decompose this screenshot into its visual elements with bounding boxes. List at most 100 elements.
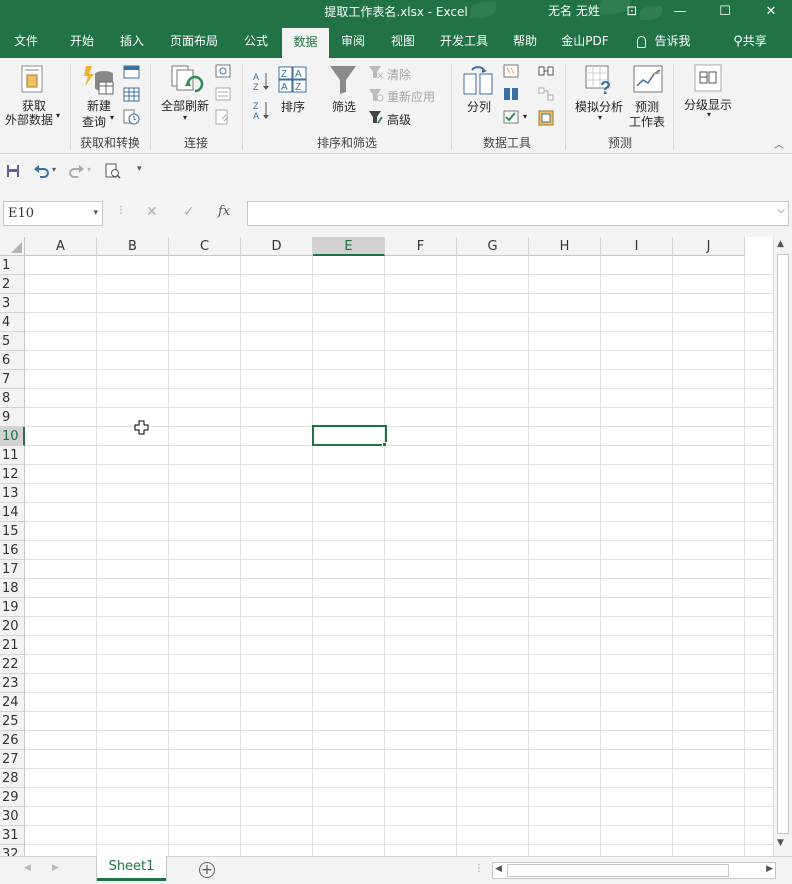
undo-icon[interactable]: [33, 163, 51, 179]
name-box[interactable]: E10 ▾: [3, 201, 103, 226]
dropdown-arrow-icon[interactable]: ▾: [523, 112, 527, 121]
redo-icon[interactable]: [67, 163, 85, 179]
redo-dropdown-icon[interactable]: ▾: [87, 165, 91, 174]
scroll-right-icon[interactable]: ▶: [766, 864, 773, 874]
row-header-29[interactable]: 29: [0, 788, 25, 807]
row-header-18[interactable]: 18: [0, 579, 25, 598]
vertical-scroll-thumb[interactable]: [777, 254, 789, 834]
tab-formulas[interactable]: 公式: [230, 24, 282, 58]
row-header-12[interactable]: 12: [0, 465, 25, 484]
data-validation-icon[interactable]: [503, 110, 519, 124]
restore-button[interactable]: ☐: [709, 0, 741, 22]
save-icon[interactable]: [6, 164, 20, 178]
row-header-30[interactable]: 30: [0, 807, 25, 826]
row-header-13[interactable]: 13: [0, 484, 25, 503]
row-header-17[interactable]: 17: [0, 560, 25, 579]
splitter-icon[interactable]: ⋮: [474, 863, 484, 874]
row-header-23[interactable]: 23: [0, 674, 25, 693]
tab-data[interactable]: 数据: [282, 28, 329, 58]
tab-file[interactable]: 文件: [0, 24, 52, 58]
column-header-g[interactable]: G: [457, 237, 529, 256]
add-sheet-icon[interactable]: +: [199, 862, 215, 878]
cancel-icon[interactable]: ✕: [146, 204, 158, 220]
row-header-10[interactable]: 10: [0, 427, 25, 446]
name-box-dropdown-icon[interactable]: ▾: [93, 202, 98, 225]
sort-ascending-icon[interactable]: A Z: [252, 70, 272, 92]
tab-page-layout[interactable]: 页面布局: [163, 24, 225, 58]
row-header-31[interactable]: 31: [0, 826, 25, 845]
connections-icon[interactable]: [215, 64, 231, 78]
row-header-20[interactable]: 20: [0, 617, 25, 636]
row-header-15[interactable]: 15: [0, 522, 25, 541]
share-button[interactable]: ⚲共享: [724, 24, 776, 58]
row-header-16[interactable]: 16: [0, 541, 25, 560]
worksheet-grid[interactable]: ABCDEFGHIJ 1 2 3 4 5 6 7 8 9 10 11 12 13 14 15 16 17 18 19…: [0, 237, 792, 864]
horizontal-scroll-thumb[interactable]: [507, 864, 729, 877]
row-header-27[interactable]: 27: [0, 750, 25, 769]
vertical-scrollbar[interactable]: ▲ ▼: [773, 237, 792, 856]
next-sheet-icon[interactable]: ▶: [52, 863, 59, 873]
tab-review[interactable]: 审阅: [330, 24, 376, 58]
row-header-25[interactable]: 25: [0, 712, 25, 731]
consolidate-icon[interactable]: [538, 64, 554, 78]
tab-view[interactable]: 视图: [380, 24, 426, 58]
tab-home[interactable]: 开始: [56, 24, 108, 58]
row-header-21[interactable]: 21: [0, 636, 25, 655]
user-name[interactable]: 无名 无姓: [548, 2, 600, 19]
column-header-c[interactable]: C: [169, 237, 241, 256]
column-header-e[interactable]: E: [313, 237, 385, 256]
row-header-26[interactable]: 26: [0, 731, 25, 750]
column-header-i[interactable]: I: [601, 237, 673, 256]
recent-sources-icon[interactable]: [123, 109, 140, 125]
minimize-button[interactable]: —: [664, 0, 696, 22]
column-header-h[interactable]: H: [529, 237, 601, 256]
prev-sheet-icon[interactable]: ◀: [24, 863, 31, 873]
print-preview-icon[interactable]: [105, 163, 121, 179]
row-header-9[interactable]: 9: [0, 408, 25, 427]
tell-me-box[interactable]: 告诉我: [630, 24, 698, 58]
row-header-7[interactable]: 7: [0, 370, 25, 389]
row-header-24[interactable]: 24: [0, 693, 25, 712]
flash-fill-icon[interactable]: [503, 64, 519, 78]
column-header-b[interactable]: B: [97, 237, 169, 256]
tab-insert[interactable]: 插入: [106, 24, 158, 58]
sort-descending-icon[interactable]: Z A: [252, 99, 272, 121]
row-header-4[interactable]: 4: [0, 313, 25, 332]
expand-formula-bar-icon[interactable]: ⌵: [777, 205, 785, 216]
ribbon-display-options-icon[interactable]: ⊡: [616, 0, 648, 22]
row-header-8[interactable]: 8: [0, 389, 25, 408]
row-header-6[interactable]: 6: [0, 351, 25, 370]
row-header-2[interactable]: 2: [0, 275, 25, 294]
scroll-up-icon[interactable]: ▲: [777, 239, 784, 249]
relationships-icon[interactable]: [538, 87, 554, 101]
properties-icon[interactable]: [215, 87, 231, 101]
row-header-3[interactable]: 3: [0, 294, 25, 313]
edit-links-icon[interactable]: [215, 109, 231, 125]
selected-cell-e10[interactable]: [312, 425, 387, 446]
tab-help[interactable]: 帮助: [502, 24, 548, 58]
row-header-11[interactable]: 11: [0, 446, 25, 465]
tab-kingsoft-pdf[interactable]: 金山PDF: [556, 24, 614, 58]
show-queries-icon[interactable]: [123, 65, 140, 79]
manage-data-model-icon[interactable]: [538, 110, 554, 126]
column-header-d[interactable]: D: [241, 237, 313, 256]
column-header-j[interactable]: J: [673, 237, 745, 256]
collapse-ribbon-icon[interactable]: ︿: [774, 136, 784, 151]
row-header-22[interactable]: 22: [0, 655, 25, 674]
from-table-icon[interactable]: [123, 87, 140, 102]
column-header-f[interactable]: F: [385, 237, 457, 256]
column-header-a[interactable]: A: [25, 237, 97, 256]
horizontal-scrollbar[interactable]: ◀ ▶: [492, 862, 776, 879]
fill-handle[interactable]: [382, 442, 387, 447]
close-button[interactable]: ✕: [755, 0, 787, 22]
row-header-14[interactable]: 14: [0, 503, 25, 522]
undo-dropdown-icon[interactable]: ▾: [52, 165, 56, 174]
tab-developer[interactable]: 开发工具: [433, 24, 495, 58]
row-header-28[interactable]: 28: [0, 769, 25, 788]
select-all-corner[interactable]: [0, 237, 25, 256]
formula-input[interactable]: ⌵: [247, 201, 789, 226]
scroll-down-icon[interactable]: ▼: [777, 838, 784, 848]
sheet-tab-sheet1[interactable]: Sheet1: [97, 856, 166, 881]
remove-duplicates-icon[interactable]: [503, 87, 519, 101]
row-header-5[interactable]: 5: [0, 332, 25, 351]
